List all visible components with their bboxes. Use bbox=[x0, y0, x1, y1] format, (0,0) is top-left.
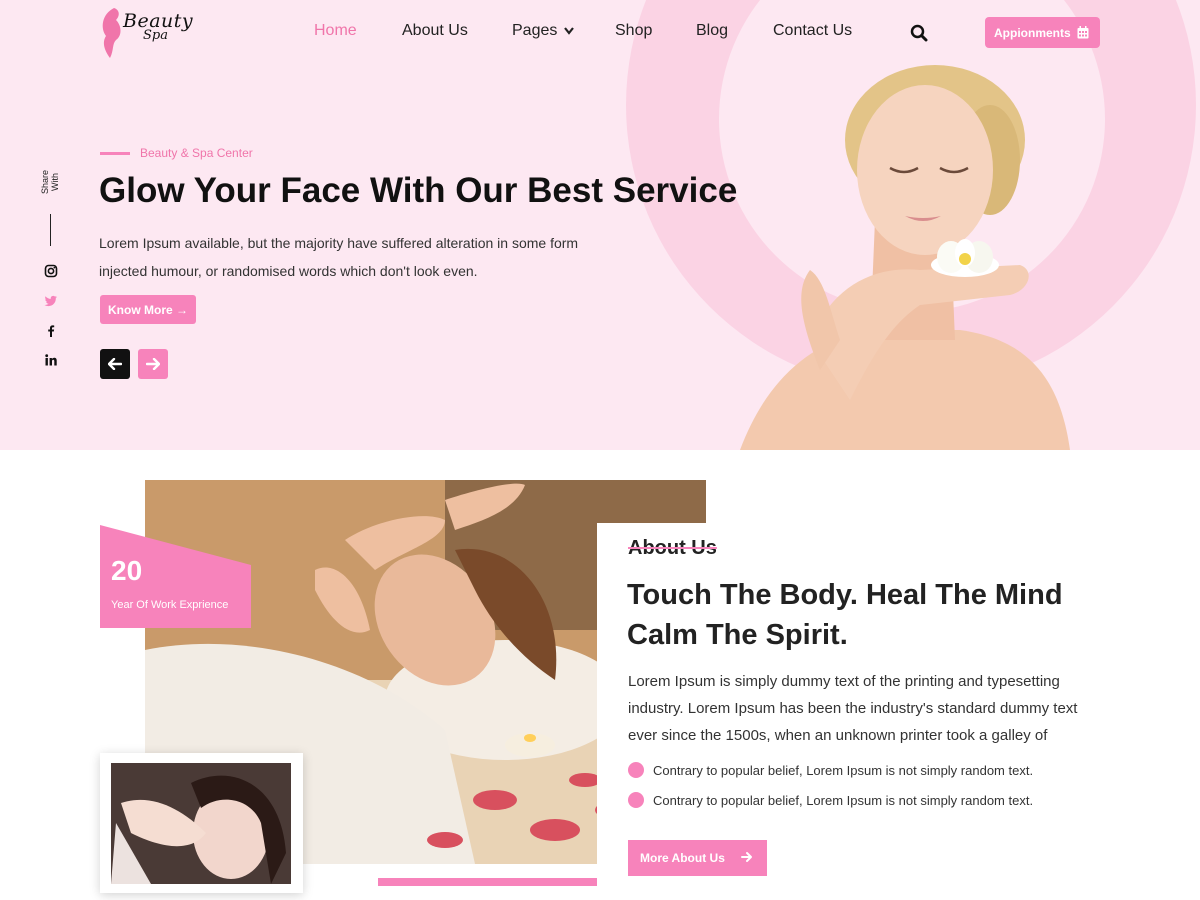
about-description: Lorem Ipsum is simply dummy text of the … bbox=[628, 673, 1078, 744]
instagram-icon[interactable] bbox=[44, 264, 58, 278]
nav-pages[interactable]: Pages bbox=[512, 22, 574, 40]
share-divider bbox=[50, 214, 51, 246]
pink-accent-bar bbox=[378, 878, 598, 886]
experience-number: 20 bbox=[111, 555, 143, 586]
list-item: Contrary to popular belief, Lorem Ipsum … bbox=[628, 762, 1033, 778]
list-item: Contrary to popular belief, Lorem Ipsum … bbox=[628, 792, 1033, 808]
chevron-down-icon bbox=[563, 27, 574, 35]
hero-section bbox=[0, 0, 1200, 450]
slider-next-button[interactable] bbox=[138, 349, 168, 379]
small-photo-card bbox=[100, 753, 303, 893]
bullet-text: Contrary to popular belief, Lorem Ipsum … bbox=[653, 762, 1034, 778]
nav-pages-label: Pages bbox=[512, 22, 558, 39]
bullet-dot-icon bbox=[628, 792, 644, 808]
about-title: Touch The Body. Heal The Mind Calm The S… bbox=[627, 579, 1063, 651]
brand-logo[interactable]: Beauty Spa bbox=[100, 6, 193, 62]
bullet-dot-icon bbox=[628, 762, 644, 778]
know-more-button[interactable]: Know More → bbox=[100, 295, 196, 324]
facebook-icon[interactable] bbox=[44, 324, 58, 338]
hero-tagline: Beauty & Spa Center bbox=[140, 146, 253, 160]
woman-portrait-photo bbox=[111, 763, 291, 884]
nav-about-us[interactable]: About Us bbox=[402, 22, 468, 40]
hero-title: Glow Your Face With Our Best Service bbox=[99, 171, 738, 210]
arrow-right-icon bbox=[146, 358, 160, 370]
more-about-us-button[interactable]: More About Us bbox=[628, 840, 767, 876]
about-section-label: About Us bbox=[628, 537, 717, 559]
appointments-button[interactable]: Appionments bbox=[985, 17, 1100, 48]
tagline-decoration bbox=[100, 152, 130, 155]
nav-home[interactable]: Home bbox=[314, 22, 357, 40]
hero-woman-image bbox=[740, 65, 1070, 450]
share-with-label: Share With bbox=[40, 169, 60, 195]
appointments-label: Appionments bbox=[994, 25, 1071, 40]
calendar-icon bbox=[1077, 26, 1089, 39]
hero-description: Lorem Ipsum available, but the majority … bbox=[99, 235, 579, 279]
logo-subtitle: Spa bbox=[143, 28, 168, 43]
arrow-left-icon bbox=[108, 358, 122, 370]
slider-prev-button[interactable] bbox=[100, 349, 130, 379]
more-about-us-label: More About Us bbox=[640, 851, 725, 865]
bullet-text: Contrary to popular belief, Lorem Ipsum … bbox=[653, 792, 1034, 808]
nav-contact-us[interactable]: Contact Us bbox=[773, 22, 852, 40]
linkedin-icon[interactable] bbox=[44, 353, 58, 367]
nav-shop[interactable]: Shop bbox=[615, 22, 652, 40]
twitter-icon[interactable] bbox=[44, 294, 58, 308]
nav-blog[interactable]: Blog bbox=[696, 22, 728, 40]
experience-label: Year Of Work Exprience bbox=[111, 599, 229, 611]
search-icon[interactable] bbox=[910, 24, 928, 42]
arrow-right-icon bbox=[741, 852, 752, 862]
